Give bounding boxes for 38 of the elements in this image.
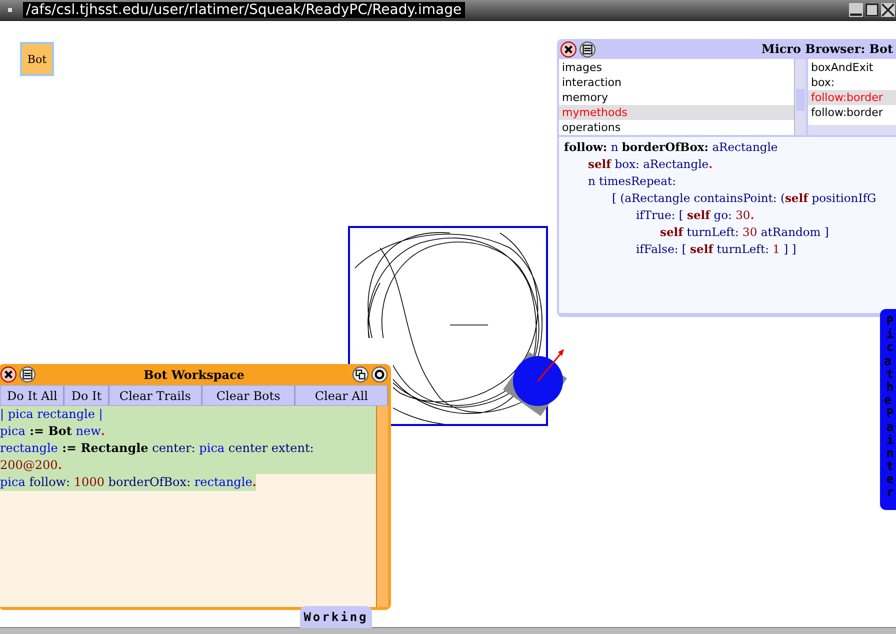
code-line: follow: n borderOfBox: aRectangle [564,139,779,156]
code-line: ifTrue: [ self go: 30. [635,207,756,224]
close-icon[interactable] [881,3,895,17]
code-line: self box: aRectangle. [587,156,714,173]
method-item[interactable]: box: [808,75,896,90]
scrollbar[interactable] [808,125,896,135]
window-title: /afs/csl.tjhsst.edu/user/rlatimer/Squeak/ReadyPC/Ready.image [23,2,465,18]
maximize-icon[interactable] [865,3,879,17]
status-tab[interactable]: Working [300,606,372,628]
menu-icon[interactable] [19,366,36,383]
toolbar-button[interactable]: Clear Bots [202,385,295,406]
code-line: n timesRepeat: [587,173,677,190]
toolbar-button[interactable]: Do It All [0,385,64,406]
code-pane[interactable] [559,137,896,313]
expand-icon[interactable] [371,366,388,383]
minimize-icon[interactable] [849,3,863,17]
category-item[interactable]: interaction [559,75,794,90]
method-item[interactable]: boxAndExit [808,60,896,75]
category-item[interactable]: operations [559,120,794,135]
method-item[interactable]: follow:border [808,105,896,120]
close-icon[interactable] [0,366,17,383]
code-line: self turnLeft: 30 atRandom ] [659,224,830,241]
scrollbar[interactable] [794,59,806,135]
code-line: ifFalse: [ self turnLeft: 1 ] ] [635,241,798,258]
collapse-icon[interactable] [352,366,369,383]
category-item[interactable]: images [559,60,794,75]
toolbar-button[interactable]: Clear All [294,385,388,406]
code-line: [ (aRectangle containsPoint: (self positionIfG [611,190,878,207]
category-item[interactable]: memory [559,90,794,105]
bot-tile[interactable]: Bot [20,42,54,76]
toolbar-button[interactable]: Clear Trails [108,385,202,406]
close-icon[interactable] [560,40,577,58]
scrollbar[interactable] [376,406,388,607]
toolbar-button[interactable]: Do It [64,385,109,406]
window-title: Bot Workspace [142,368,246,382]
menu-icon[interactable] [579,40,596,58]
code-editor[interactable]: | pica rectangle | pica := Bot new. rectangle := Rectangle center: pica center extent: 200@200. pica follow: 1000 borderOfBox: rectangle. [0,406,376,607]
window-title: Micro Browser: Bot [762,42,893,56]
